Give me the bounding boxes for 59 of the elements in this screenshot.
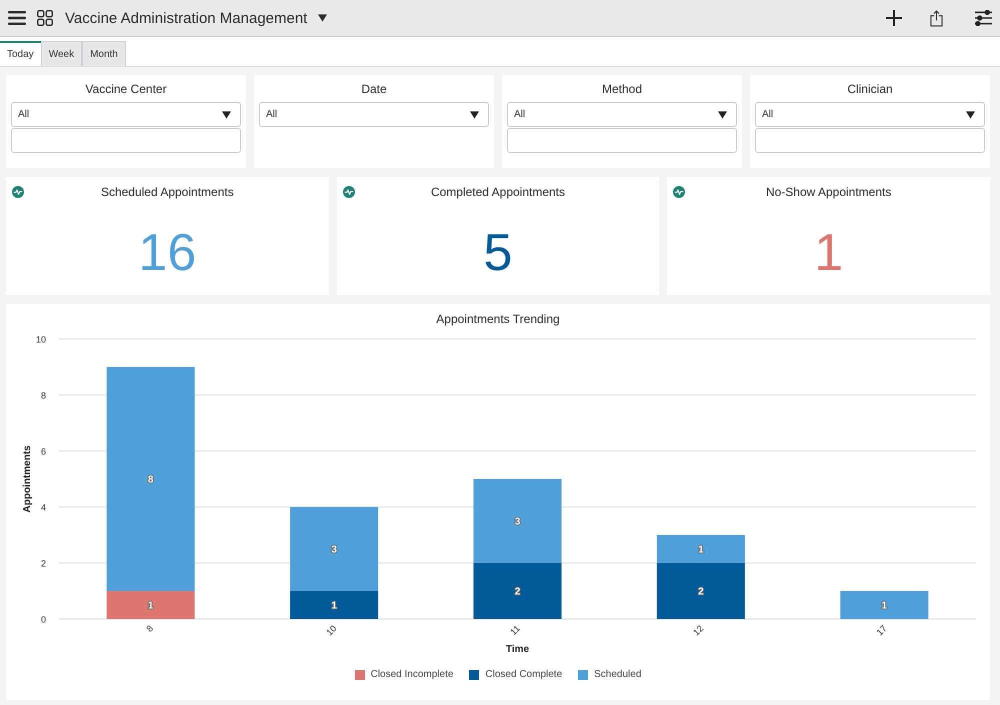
data-label: 3 — [331, 544, 337, 556]
input-field[interactable] — [755, 128, 985, 153]
dropdown-field[interactable]: All — [507, 102, 737, 127]
axis-tick-label: 10 — [324, 623, 339, 638]
data-label: 1 — [148, 600, 154, 612]
data-label: 1 — [331, 600, 337, 612]
filter-label: Vaccine Center — [85, 81, 167, 97]
pulse-icon — [342, 186, 355, 198]
dashboard-title-dropdown[interactable]: Vaccine Administration Management — [65, 10, 328, 26]
share-icon[interactable] — [930, 10, 943, 26]
axis-tick-label: 11 — [508, 623, 522, 638]
axis-tick-label: 8 — [40, 390, 46, 400]
tab[interactable]: Week — [40, 41, 82, 66]
data-label: 3 — [514, 516, 520, 528]
axis-tick-label: 4 — [40, 502, 46, 512]
dropdown-field[interactable]: All — [11, 102, 241, 127]
filter-label: Date — [361, 81, 387, 97]
axis-title: Time — [506, 644, 530, 655]
data-label: 2 — [698, 586, 704, 598]
data-label: 2 — [514, 586, 520, 598]
caret-icon — [222, 110, 231, 118]
axis-tick-label: 10 — [36, 334, 46, 344]
chart-title: Appointments Trending — [436, 312, 560, 326]
metric-title: No-Show Appointments — [766, 185, 892, 199]
caret-icon — [966, 110, 975, 118]
axis-tick-label: 12 — [691, 623, 706, 638]
pulse-icon — [12, 186, 24, 198]
legend-label: Scheduled — [594, 669, 642, 680]
axis-tick-label: 8 — [144, 623, 156, 634]
axis-tick-label: 2 — [40, 558, 46, 568]
metric-value: 1 — [814, 225, 844, 281]
metric-title: Completed Appointments — [430, 185, 566, 199]
data-label: 8 — [148, 474, 154, 486]
axis-tick-label: 6 — [40, 446, 46, 456]
axis-tick-label: 17 — [874, 623, 889, 638]
filter-label: Clinician — [847, 81, 893, 97]
dropdown-field[interactable]: All — [755, 102, 985, 127]
pulse-icon — [673, 186, 686, 198]
filter-label: Method — [602, 81, 642, 97]
menu-icon[interactable] — [8, 11, 26, 25]
metric-title: Scheduled Appointments — [100, 185, 234, 199]
plus-icon[interactable] — [886, 10, 902, 26]
metric-value: 5 — [484, 225, 512, 281]
tab[interactable]: Month — [82, 41, 126, 66]
input-field[interactable] — [507, 128, 737, 153]
dropdown-field[interactable]: All — [259, 102, 489, 127]
sliders-icon[interactable] — [975, 10, 992, 26]
caret-icon — [470, 110, 479, 118]
metric-value: 16 — [138, 225, 196, 281]
axis-title: Appointments — [22, 445, 33, 513]
axis-tick-label: 0 — [40, 614, 46, 624]
input-field[interactable] — [11, 128, 241, 153]
caret-icon — [318, 14, 328, 22]
grid-icon[interactable] — [37, 10, 53, 26]
legend-label: Closed Incomplete — [370, 669, 454, 680]
caret-icon — [718, 110, 727, 118]
legend-label: Closed Complete — [485, 669, 562, 680]
data-label: 1 — [698, 544, 704, 556]
data-label: 1 — [882, 600, 888, 612]
